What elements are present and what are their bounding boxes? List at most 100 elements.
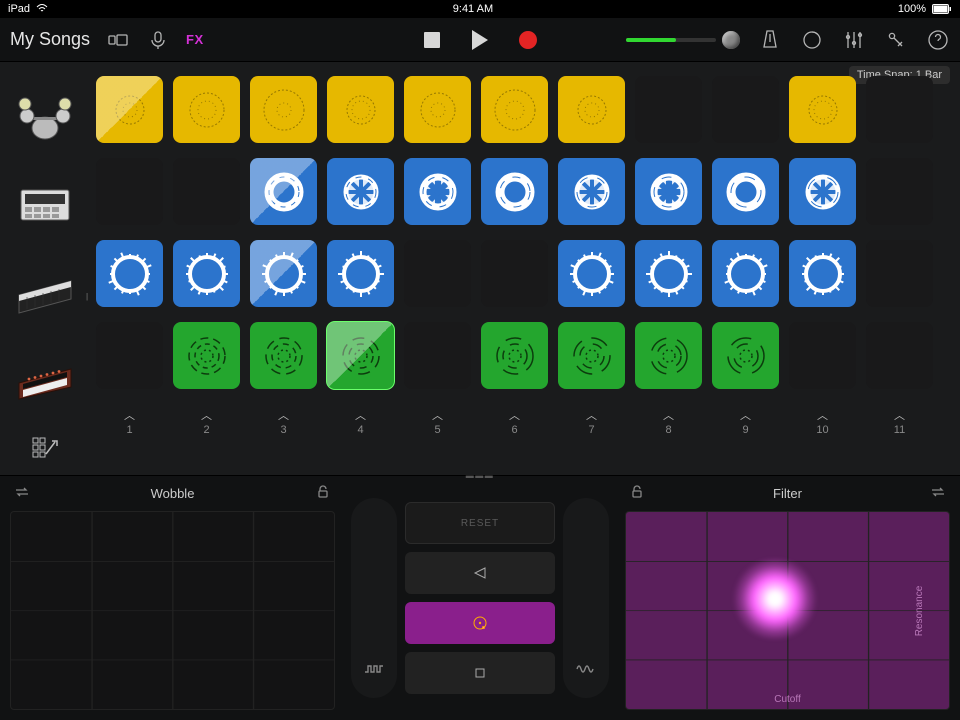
cell-keys-1[interactable]	[96, 240, 163, 307]
chevron-up-icon: ︿	[124, 407, 135, 423]
cell-keys-3[interactable]	[250, 240, 317, 307]
column-trigger-3[interactable]: ︿3	[250, 404, 317, 438]
cell-keys-8[interactable]	[635, 240, 702, 307]
column-trigger-6[interactable]: ︿6	[481, 404, 548, 438]
mixer-icon[interactable]	[842, 28, 866, 52]
cell-sampler-10[interactable]	[789, 158, 856, 225]
fx-button[interactable]: FX	[186, 32, 204, 47]
cell-sampler-2[interactable]	[173, 158, 240, 225]
cell-drums-1[interactable]	[96, 76, 163, 143]
column-trigger-2[interactable]: ︿2	[173, 404, 240, 438]
panel-grabber[interactable]: ▬▬▬	[465, 471, 495, 475]
cell-keys-9[interactable]	[712, 240, 779, 307]
cell-drums-3[interactable]	[250, 76, 317, 143]
cell-synth-10[interactable]	[789, 322, 856, 389]
cell-sampler-5[interactable]	[404, 158, 471, 225]
column-trigger-8[interactable]: ︿8	[635, 404, 702, 438]
lock-right-icon[interactable]	[629, 484, 645, 503]
cell-drums-7[interactable]	[558, 76, 625, 143]
cell-synth-8[interactable]	[635, 322, 702, 389]
track-sampler-icon[interactable]	[0, 166, 90, 244]
browser-icon[interactable]	[106, 28, 130, 52]
reverse-button[interactable]	[405, 552, 555, 594]
cell-sampler-7[interactable]	[558, 158, 625, 225]
cell-synth-1[interactable]	[96, 322, 163, 389]
scratch-button[interactable]	[405, 602, 555, 644]
cell-sampler-1[interactable]	[96, 158, 163, 225]
live-loops-grid: || ︿1︿2︿3︿4︿5︿6︿7︿8︿9︿10︿11	[0, 62, 960, 475]
reset-button[interactable]: RESET	[405, 502, 555, 544]
cell-synth-11[interactable]	[866, 322, 933, 389]
track-drums-icon[interactable]	[0, 80, 90, 158]
cell-keys-10[interactable]	[789, 240, 856, 307]
loop-icon[interactable]	[800, 28, 824, 52]
cell-keys-11[interactable]	[866, 240, 933, 307]
device-label: iPad	[8, 3, 30, 15]
metronome-icon[interactable]	[758, 28, 782, 52]
cell-keys-5[interactable]	[404, 240, 471, 307]
cell-drums-11[interactable]	[866, 76, 933, 143]
xy-right-surface[interactable]: Cutoff Resonance	[625, 511, 950, 710]
fx-cell-icon[interactable]	[0, 425, 90, 475]
reset-label: RESET	[461, 518, 499, 529]
cell-drums-8[interactable]	[635, 76, 702, 143]
cell-drums-5[interactable]	[404, 76, 471, 143]
swap-right-icon[interactable]	[930, 484, 946, 503]
column-trigger-10[interactable]: ︿10	[789, 404, 856, 438]
chevron-up-icon: ︿	[817, 407, 828, 423]
help-icon[interactable]	[926, 28, 950, 52]
cell-drums-4[interactable]	[327, 76, 394, 143]
column-trigger-4[interactable]: ︿4	[327, 404, 394, 438]
column-trigger-7[interactable]: ︿7	[558, 404, 625, 438]
xy-left-surface[interactable]	[10, 511, 335, 710]
cell-drums-9[interactable]	[712, 76, 779, 143]
cell-synth-2[interactable]	[173, 322, 240, 389]
my-songs-button[interactable]: My Songs	[10, 29, 90, 50]
play-button[interactable]	[468, 28, 492, 52]
cell-drums-2[interactable]	[173, 76, 240, 143]
wifi-icon	[36, 3, 48, 16]
column-trigger-11[interactable]: ︿11	[866, 404, 933, 438]
gate-pad-right[interactable]	[563, 498, 609, 698]
cell-synth-5[interactable]	[404, 322, 471, 389]
fx-panel: ▬▬▬ Wobble RESET	[0, 475, 960, 720]
chevron-up-icon: ︿	[355, 407, 366, 423]
cell-synth-4[interactable]	[327, 322, 394, 389]
xy-pad-right: Filter Cutoff Resonance	[615, 476, 960, 720]
track-synth-icon[interactable]	[0, 339, 90, 417]
stop-button[interactable]	[420, 28, 444, 52]
column-trigger-5[interactable]: ︿5	[404, 404, 471, 438]
lock-left-icon[interactable]	[315, 484, 331, 503]
column-trigger-9[interactable]: ︿9	[712, 404, 779, 438]
cell-synth-7[interactable]	[558, 322, 625, 389]
stop-fx-button[interactable]	[405, 652, 555, 694]
track-keys-icon[interactable]	[0, 253, 90, 331]
cell-drums-6[interactable]	[481, 76, 548, 143]
chevron-up-icon: ︿	[663, 407, 674, 423]
chevron-up-icon: ︿	[509, 407, 520, 423]
cell-synth-3[interactable]	[250, 322, 317, 389]
column-trigger-1[interactable]: ︿1	[96, 404, 163, 438]
settings-icon[interactable]	[884, 28, 908, 52]
cell-drums-10[interactable]	[789, 76, 856, 143]
cell-sampler-11[interactable]	[866, 158, 933, 225]
cell-sampler-3[interactable]	[250, 158, 317, 225]
master-volume-slider[interactable]	[626, 31, 740, 49]
cell-keys-4[interactable]	[327, 240, 394, 307]
cell-sampler-8[interactable]	[635, 158, 702, 225]
cell-sampler-6[interactable]	[481, 158, 548, 225]
gate-pad-left[interactable]	[351, 498, 397, 698]
cell-sampler-9[interactable]	[712, 158, 779, 225]
xy-right-xaxis: Cutoff	[774, 694, 801, 705]
xy-right-yaxis: Resonance	[914, 585, 925, 636]
cell-keys-7[interactable]	[558, 240, 625, 307]
chevron-up-icon: ︿	[586, 407, 597, 423]
cell-keys-2[interactable]	[173, 240, 240, 307]
cell-sampler-4[interactable]	[327, 158, 394, 225]
cell-keys-6[interactable]	[481, 240, 548, 307]
cell-synth-9[interactable]	[712, 322, 779, 389]
record-button[interactable]	[516, 28, 540, 52]
swap-left-icon[interactable]	[14, 484, 30, 503]
microphone-icon[interactable]	[146, 28, 170, 52]
cell-synth-6[interactable]	[481, 322, 548, 389]
